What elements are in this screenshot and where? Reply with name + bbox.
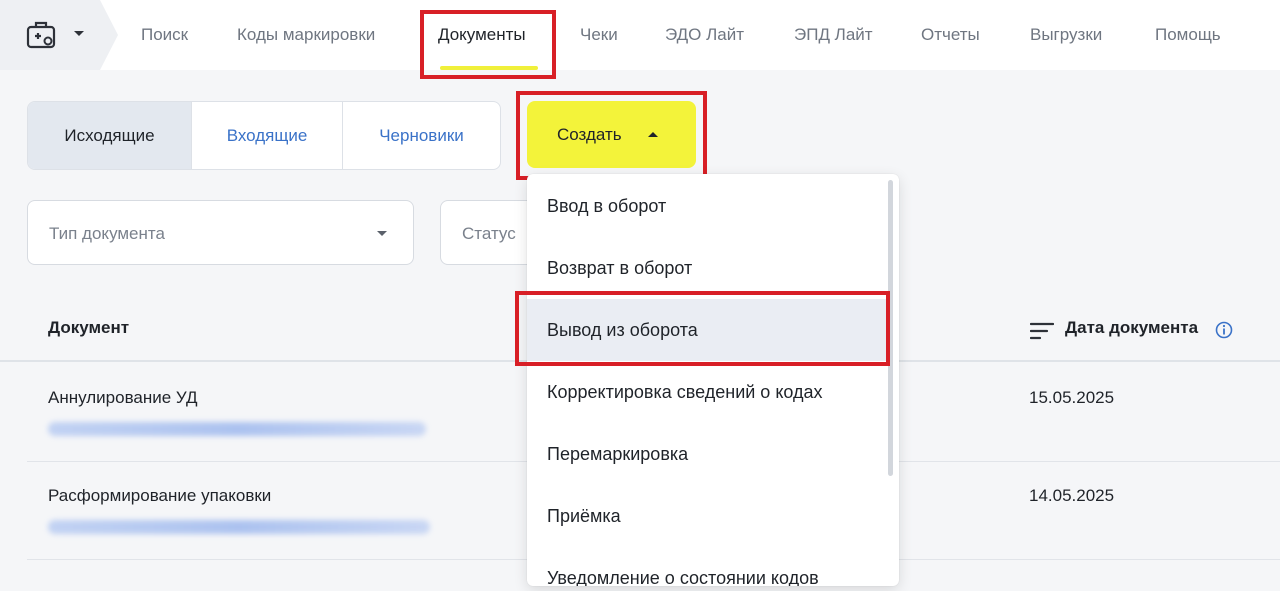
menu-scrollbar[interactable] bbox=[888, 180, 893, 476]
caret-up-icon bbox=[648, 132, 658, 137]
blurred-document-id bbox=[48, 520, 430, 534]
tab-incoming[interactable]: Входящие bbox=[192, 102, 342, 169]
blurred-document-id bbox=[48, 422, 426, 436]
nav-item-reports[interactable]: Отчеты bbox=[921, 0, 980, 70]
menu-item-withdraw-from-circulation[interactable]: Вывод из оборота bbox=[527, 299, 887, 361]
nav-item-search[interactable]: Поиск bbox=[141, 0, 188, 70]
tab-outgoing[interactable]: Исходящие bbox=[28, 102, 191, 169]
document-type-placeholder: Тип документа bbox=[49, 224, 165, 243]
menu-item-remarking[interactable]: Перемаркировка bbox=[527, 423, 887, 485]
document-direction-tabs: Исходящие Входящие Черновики bbox=[27, 101, 501, 170]
document-type-select[interactable]: Тип документа bbox=[27, 200, 414, 265]
top-nav: Поиск Коды маркировки Документы Чеки ЭДО… bbox=[0, 0, 1280, 70]
nav-item-exports[interactable]: Выгрузки bbox=[1030, 0, 1102, 70]
sort-icon[interactable] bbox=[1030, 321, 1054, 341]
nav-item-receipts[interactable]: Чеки bbox=[580, 0, 618, 70]
create-button-label: Создать bbox=[557, 125, 622, 144]
menu-item-correct-code-info[interactable]: Корректировка сведений о кодах bbox=[527, 361, 887, 423]
nav-item-epd-lite[interactable]: ЭПД Лайт bbox=[794, 0, 873, 70]
table-row-date: 14.05.2025 bbox=[1029, 486, 1115, 505]
app-switcher[interactable] bbox=[0, 0, 118, 70]
chevron-down-icon bbox=[74, 31, 84, 36]
tab-drafts[interactable]: Черновики bbox=[343, 102, 500, 169]
menu-item-put-into-circulation[interactable]: Ввод в оборот bbox=[527, 175, 887, 237]
table-row-document-name[interactable]: Расформирование упаковки bbox=[48, 486, 271, 506]
menu-item-acceptance[interactable]: Приёмка bbox=[527, 485, 887, 547]
column-header-date[interactable]: Дата документа bbox=[1065, 318, 1198, 338]
table-row-document-name[interactable]: Аннулирование УД bbox=[48, 388, 197, 408]
medical-case-icon bbox=[26, 21, 56, 49]
active-tab-underline bbox=[440, 66, 538, 70]
nav-item-help[interactable]: Помощь bbox=[1155, 0, 1221, 70]
menu-item-code-status-notice[interactable]: Уведомление о состоянии кодов bbox=[527, 547, 887, 586]
info-icon[interactable] bbox=[1215, 321, 1233, 339]
table-row-date: 15.05.2025 bbox=[1029, 388, 1115, 407]
nav-item-edo-lite[interactable]: ЭДО Лайт bbox=[665, 0, 744, 70]
create-button[interactable]: Создать bbox=[527, 101, 696, 168]
nav-item-documents[interactable]: Документы bbox=[438, 0, 526, 70]
nav-item-marking-codes[interactable]: Коды маркировки bbox=[237, 0, 375, 70]
status-placeholder: Статус bbox=[462, 224, 516, 243]
chevron-down-icon bbox=[377, 231, 387, 236]
menu-item-return-to-circulation[interactable]: Возврат в оборот bbox=[527, 237, 887, 299]
column-header-document[interactable]: Документ bbox=[48, 318, 129, 338]
create-dropdown-menu: Ввод в оборот Возврат в оборот Вывод из … bbox=[527, 174, 899, 586]
